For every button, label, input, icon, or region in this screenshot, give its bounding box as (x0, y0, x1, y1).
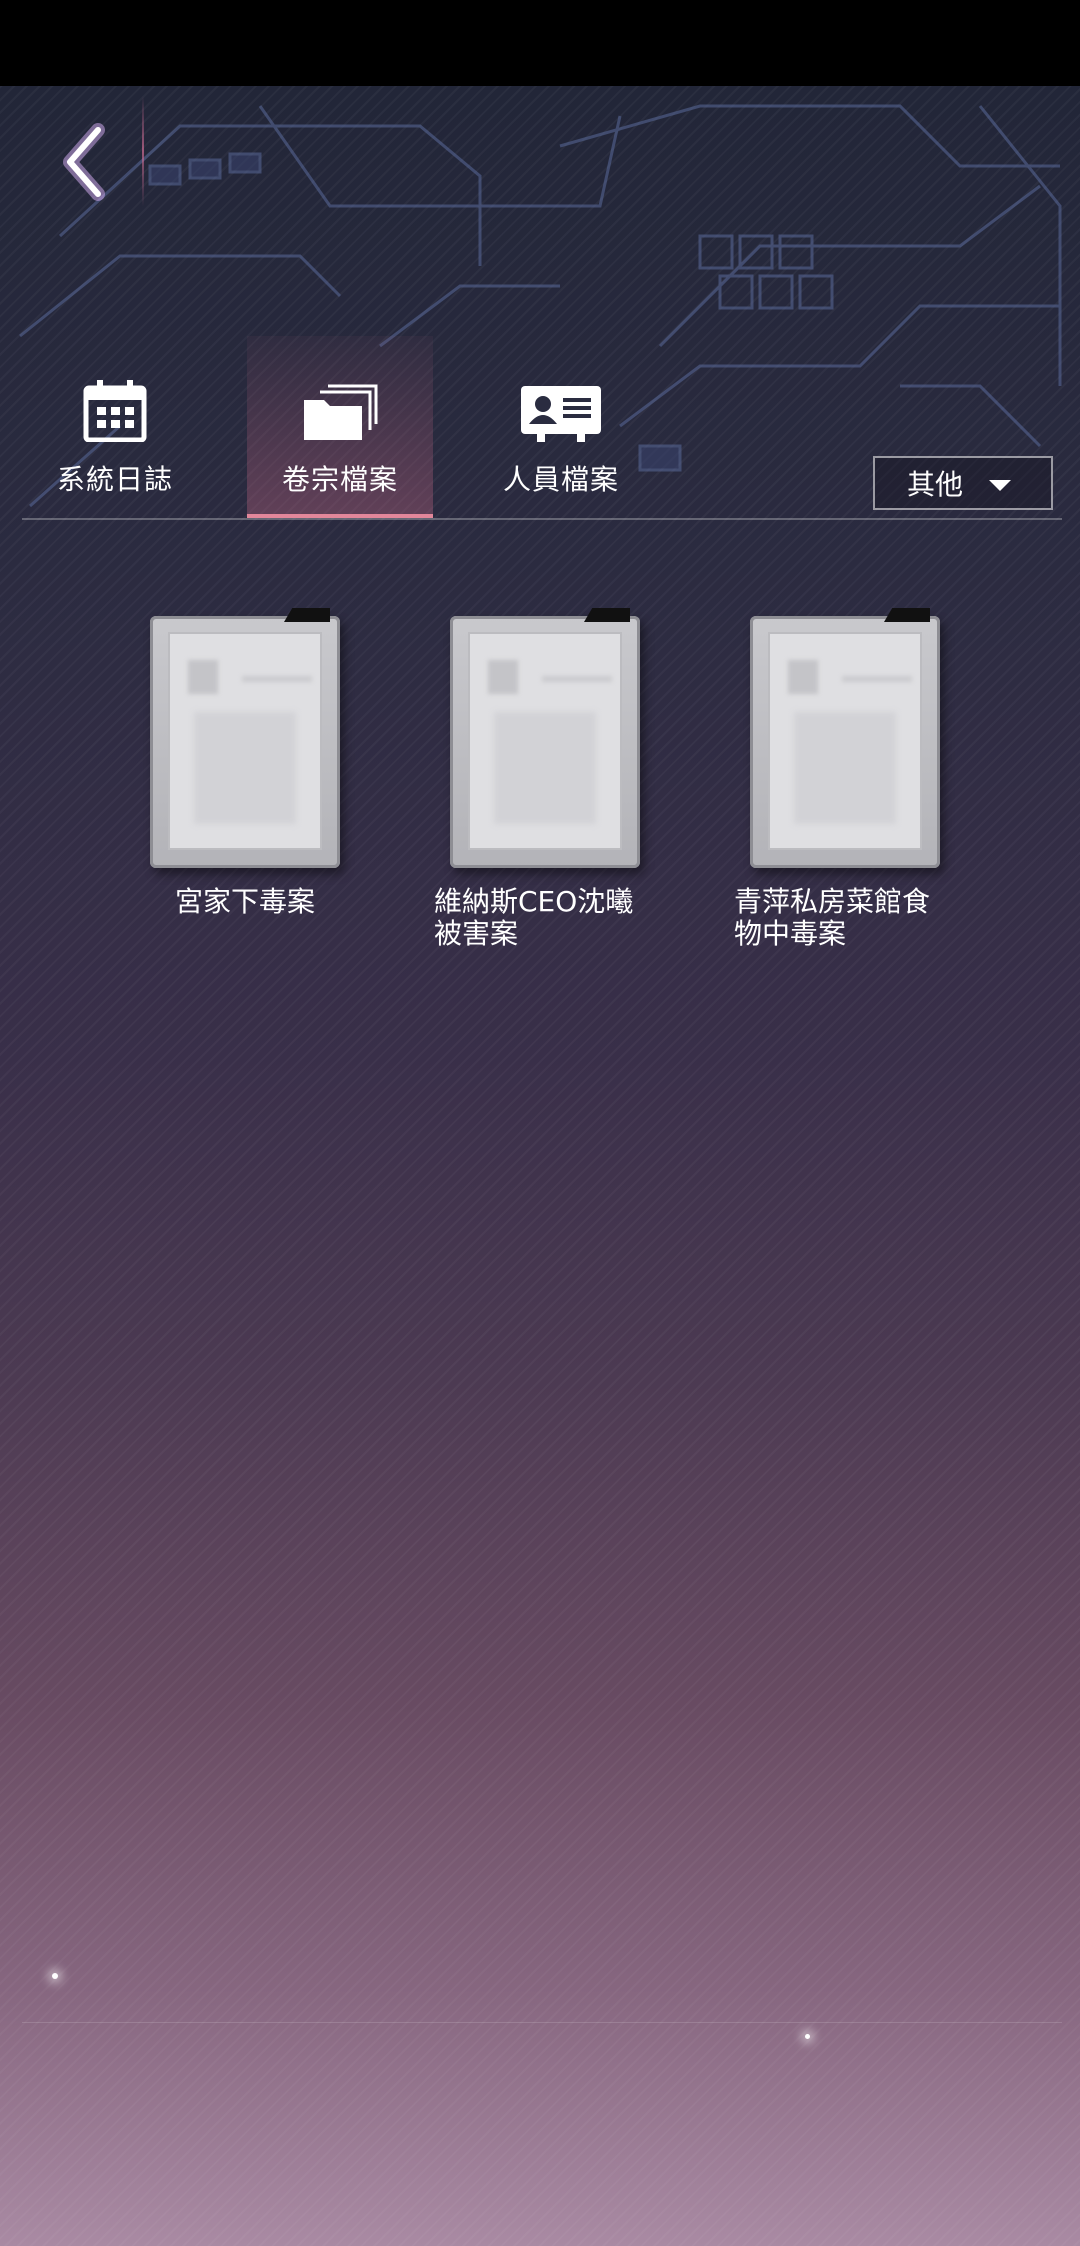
calendar-icon (83, 380, 147, 442)
tab-personnel-files[interactable]: 人員檔案 (468, 336, 654, 518)
chevron-left-icon (63, 123, 105, 201)
tab-divider (22, 518, 1062, 520)
file-folder-icon (750, 608, 940, 868)
bottom-divider (22, 2022, 1062, 2023)
file-folder-icon (150, 608, 340, 868)
status-bar (0, 0, 1080, 86)
file-folder-icon (450, 608, 640, 868)
case-file-item[interactable]: 維納斯CEO沈曦被害案 (434, 608, 650, 950)
tab-case-files[interactable]: 卷宗檔案 (247, 336, 433, 518)
sparkle-decoration (805, 2034, 810, 2039)
tab-system-log[interactable]: 系統日誌 (22, 336, 208, 518)
tab-label: 人員檔案 (502, 463, 619, 496)
case-file-name: 青萍私房菜館食物中毒案 (734, 885, 931, 950)
back-button[interactable] (38, 114, 134, 210)
folders-icon (304, 384, 378, 440)
dropdown-selected-value: 其他 (907, 468, 964, 501)
sparkle-decoration (52, 1973, 58, 1979)
case-file-item[interactable]: 青萍私房菜館食物中毒案 (734, 608, 950, 950)
tab-label: 卷宗檔案 (281, 463, 398, 496)
header-divider (142, 96, 144, 206)
category-dropdown[interactable]: 其他 (873, 456, 1053, 510)
caret-down-icon (989, 480, 1011, 491)
tab-label: 系統日誌 (56, 463, 173, 496)
case-file-item[interactable]: 宮家下毒案 (140, 608, 350, 918)
id-card-icon (521, 386, 601, 442)
archive-screen: 系統日誌 卷宗檔案 人員檔案 其他 宮家下毒案 維納斯CEO沈曦被害案 青萍私房… (0, 86, 1080, 2246)
case-file-name: 宮家下毒案 (174, 885, 315, 918)
case-file-name: 維納斯CEO沈曦被害案 (434, 885, 634, 950)
